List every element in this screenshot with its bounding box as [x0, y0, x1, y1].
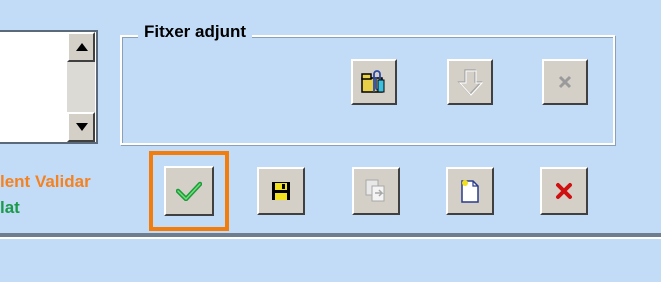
arrow-up-icon: [76, 43, 88, 51]
paperclip-folder-icon: [361, 70, 385, 93]
status-area: lent Validar lat: [0, 160, 135, 230]
arrow-down-icon: [76, 123, 88, 131]
scroll-down-button[interactable]: [67, 112, 95, 142]
red-x-icon: [556, 183, 572, 199]
scroll-up-button[interactable]: [67, 32, 95, 62]
x-icon: [558, 75, 572, 89]
new-document-icon: [461, 180, 479, 203]
floppy-disk-icon: [272, 182, 290, 200]
attach-file-button[interactable]: [351, 59, 397, 105]
down-arrow-icon: [457, 69, 483, 96]
transfer-button[interactable]: [352, 167, 400, 215]
save-button[interactable]: [257, 167, 305, 215]
validate-button[interactable]: [164, 166, 214, 216]
cancel-button[interactable]: [540, 167, 588, 215]
delete-attachment-button[interactable]: [542, 59, 588, 105]
new-document-button[interactable]: [446, 167, 494, 215]
status-line-1: lent Validar: [0, 172, 91, 191]
attachment-group-legend: Fitxer adjunt: [138, 22, 253, 42]
scroll-track[interactable]: [67, 62, 95, 112]
status-line-2: lat: [0, 198, 20, 217]
checkmark-icon: [176, 181, 202, 201]
download-attachment-button[interactable]: [447, 59, 493, 105]
listbox-scrollbar[interactable]: [67, 32, 95, 142]
document-transfer-icon: [365, 179, 385, 202]
bottom-separator: [0, 233, 661, 239]
